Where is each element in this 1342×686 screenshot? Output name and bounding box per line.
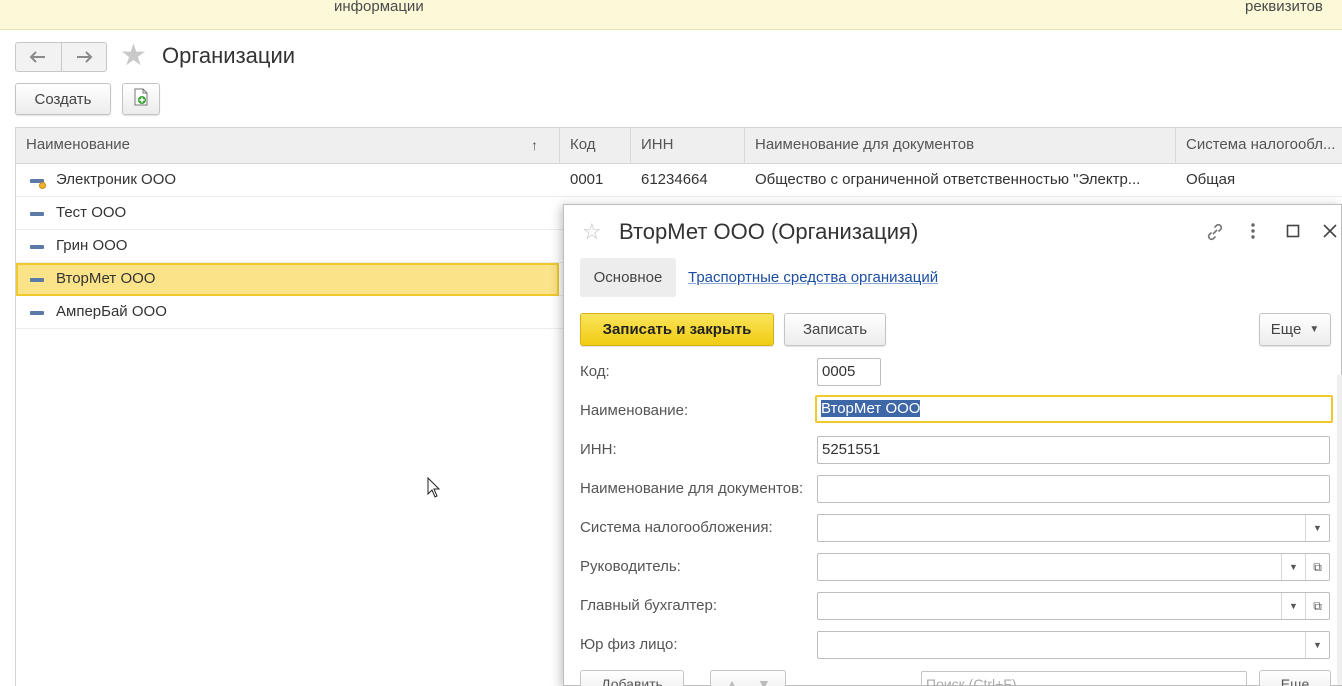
row-code: 0001 (570, 171, 604, 188)
arrow-down-icon[interactable]: ▼ (757, 676, 771, 686)
column-header-name[interactable]: Наименование (16, 128, 560, 164)
code-label: Код: (580, 363, 610, 380)
accountant-field[interactable]: ▼ ⧉ (817, 592, 1330, 620)
list-header: Наименование ↑ Код ИНН Наименование для … (16, 128, 1342, 164)
accountant-label: Главный бухгалтер: (580, 597, 718, 614)
column-header-inn[interactable]: ИНН (631, 128, 745, 164)
save-and-close-button[interactable]: Записать и закрыть (580, 313, 774, 346)
open-window-icon[interactable]: ⧉ (1305, 554, 1329, 580)
org-icon (30, 311, 44, 315)
row-name: ВторМет ООО (56, 270, 156, 287)
nav-group (15, 42, 107, 72)
create-button[interactable]: Создать (15, 83, 111, 115)
arrow-right-icon (75, 47, 93, 68)
more-vertical-icon[interactable] (1250, 222, 1256, 244)
row-name-cell[interactable]: Грин ООО (16, 230, 559, 263)
row-doc-name: Общество с ограниченной ответственностью… (755, 171, 1141, 188)
column-header-tax[interactable]: Система налогообл... (1176, 128, 1342, 164)
dialog-title: ВторМет ООО (Организация) (619, 219, 919, 244)
column-header-doc-name[interactable]: Наименование для документов (745, 128, 1176, 164)
org-icon (30, 245, 44, 249)
row-name-cell[interactable]: Электроник ООО (16, 164, 559, 197)
search-input[interactable]: Поиск (Ctrl+F) (921, 671, 1247, 686)
copy-doc-icon (133, 88, 149, 110)
name-label: Наименование: (580, 402, 689, 419)
table-row[interactable]: Электроник ООО 0001 61234664 Общество с … (16, 164, 1342, 197)
search-placeholder: Поиск (Ctrl+F) (926, 676, 1017, 686)
org-icon (30, 212, 44, 216)
star-icon[interactable]: ☆ (582, 219, 602, 245)
move-buttons[interactable]: ▲ ▼ (710, 670, 786, 686)
maximize-icon[interactable] (1286, 222, 1300, 242)
inn-label: ИНН: (580, 441, 617, 458)
arrow-up-icon[interactable]: ▲ (725, 676, 739, 686)
row-name-cell[interactable]: Тест ООО (16, 197, 559, 230)
add-button[interactable]: Добавить (580, 670, 684, 686)
row-inn: 61234664 (641, 171, 708, 188)
row-name: Грин ООО (56, 237, 128, 254)
caret-down-icon: ▼ (1309, 324, 1320, 335)
row-name: Тест ООО (56, 204, 127, 221)
row-name: Электроник ООО (56, 171, 177, 188)
bottom-more-button[interactable]: Еще (1259, 670, 1331, 686)
close-icon[interactable] (1323, 222, 1337, 242)
page-title: Организации (162, 43, 296, 68)
strip-right-text: реквизитов (1245, 0, 1323, 15)
director-label: Руководитель: (580, 558, 681, 575)
chevron-down-icon[interactable]: ▼ (1305, 632, 1329, 658)
link-icon[interactable] (1205, 222, 1225, 246)
chevron-down-icon[interactable]: ▼ (1281, 554, 1305, 580)
top-info-strip: информации реквизитов (0, 0, 1342, 30)
doc-name-label: Наименование для документов: (580, 480, 804, 497)
save-button[interactable]: Записать (784, 313, 886, 346)
copy-button[interactable] (122, 83, 160, 115)
code-field[interactable]: 0005 (817, 358, 881, 386)
row-name: АмперБай ООО (56, 303, 167, 320)
forward-button[interactable] (60, 43, 107, 71)
director-field[interactable]: ▼ ⧉ (817, 553, 1330, 581)
strip-left-text: информации (334, 0, 424, 15)
name-field-value: ВторМет ООО (821, 400, 921, 417)
row-name-cell[interactable]: ВторМет ООО (16, 263, 559, 296)
tab-vehicles-link[interactable]: Траспортные средства организаций (688, 269, 938, 286)
organization-dialog: ☆ ВторМет ООО (Организация) Основное Тра… (563, 204, 1342, 686)
row-tax: Общая (1186, 171, 1236, 188)
star-icon[interactable]: ★ (120, 40, 147, 72)
arrow-left-icon (29, 47, 47, 68)
tax-system-select[interactable]: ▼ (817, 514, 1330, 542)
dialog-scrollbar[interactable] (1337, 375, 1342, 685)
row-name-cell[interactable]: АмперБай ООО (16, 296, 559, 329)
mouse-cursor-icon (427, 476, 441, 503)
name-field[interactable]: ВторМет ООО (815, 395, 1333, 423)
more-button[interactable]: Еще ▼ (1259, 313, 1331, 346)
person-type-label: Юр физ лицо: (580, 636, 678, 653)
sort-asc-icon: ↑ (531, 137, 538, 153)
tab-main[interactable]: Основное (580, 258, 676, 297)
tax-system-label: Система налогообложения: (580, 519, 773, 536)
doc-name-field[interactable] (817, 475, 1330, 503)
back-button[interactable] (16, 43, 61, 71)
chevron-down-icon[interactable]: ▼ (1305, 515, 1329, 541)
org-icon (30, 278, 44, 282)
main-org-marker-icon (39, 182, 46, 189)
chevron-down-icon[interactable]: ▼ (1281, 593, 1305, 619)
person-type-select[interactable]: ▼ (817, 631, 1330, 659)
open-window-icon[interactable]: ⧉ (1305, 593, 1329, 619)
column-header-code[interactable]: Код (560, 128, 631, 164)
inn-field[interactable]: 5251551 (817, 436, 1330, 464)
more-label: Еще (1270, 321, 1302, 338)
